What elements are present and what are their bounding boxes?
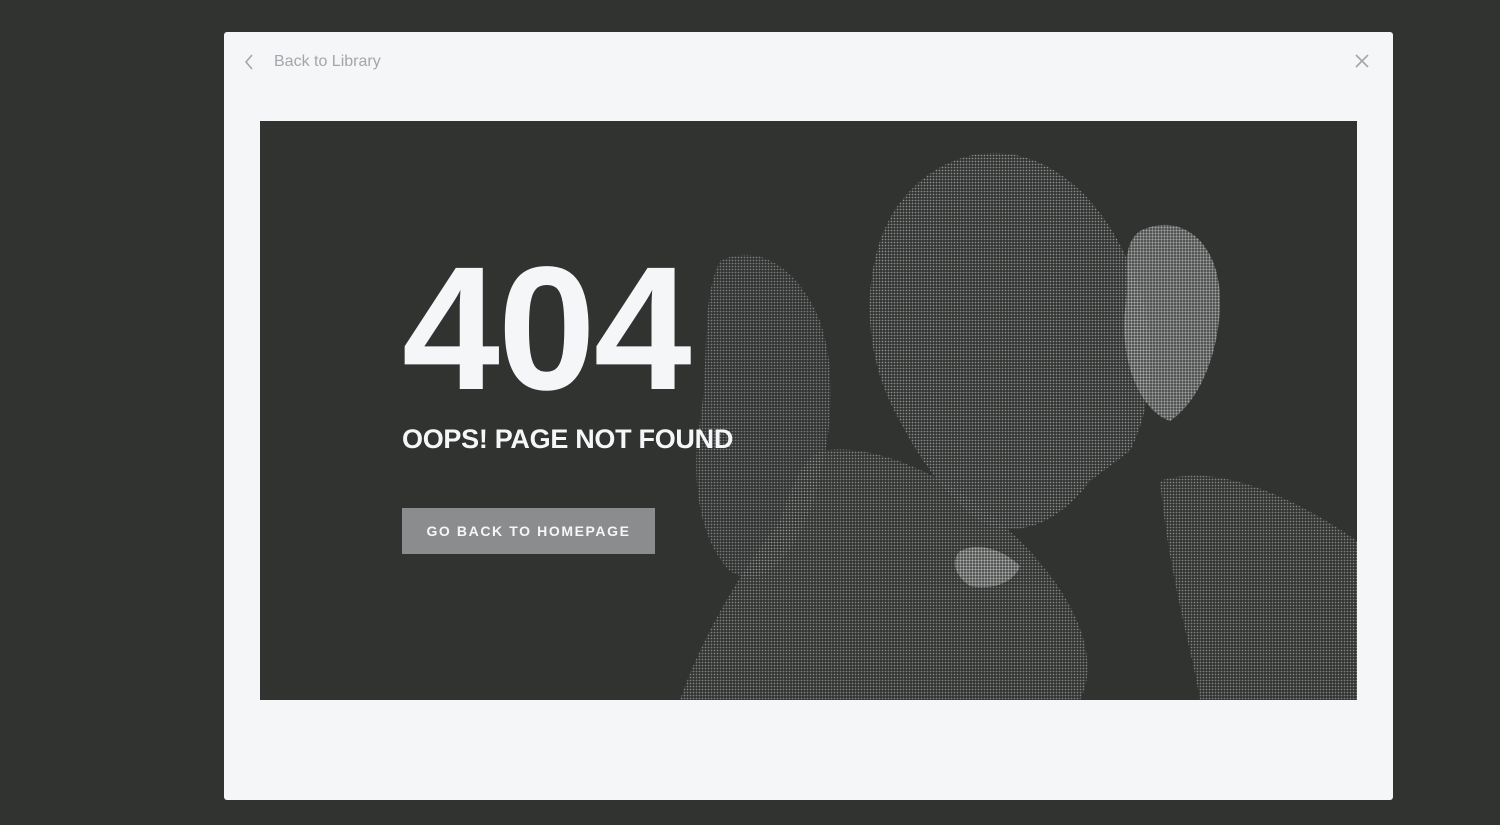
close-icon[interactable] (1353, 52, 1371, 70)
go-back-to-homepage-button[interactable]: GO BACK TO HOMEPAGE (402, 508, 655, 554)
template-preview-modal: Back to Library 404 OOPS! PAGE NOT FOUND… (224, 32, 1393, 800)
error-message: OOPS! PAGE NOT FOUND (402, 424, 734, 454)
modal-header: Back to Library (224, 32, 1393, 92)
chevron-left-icon (244, 53, 258, 71)
error-code-heading: 404 (402, 231, 692, 427)
template-preview: 404 OOPS! PAGE NOT FOUND GO BACK TO HOME… (260, 121, 1357, 700)
back-to-library-link[interactable]: Back to Library (244, 51, 381, 73)
back-link-label: Back to Library (274, 53, 381, 70)
